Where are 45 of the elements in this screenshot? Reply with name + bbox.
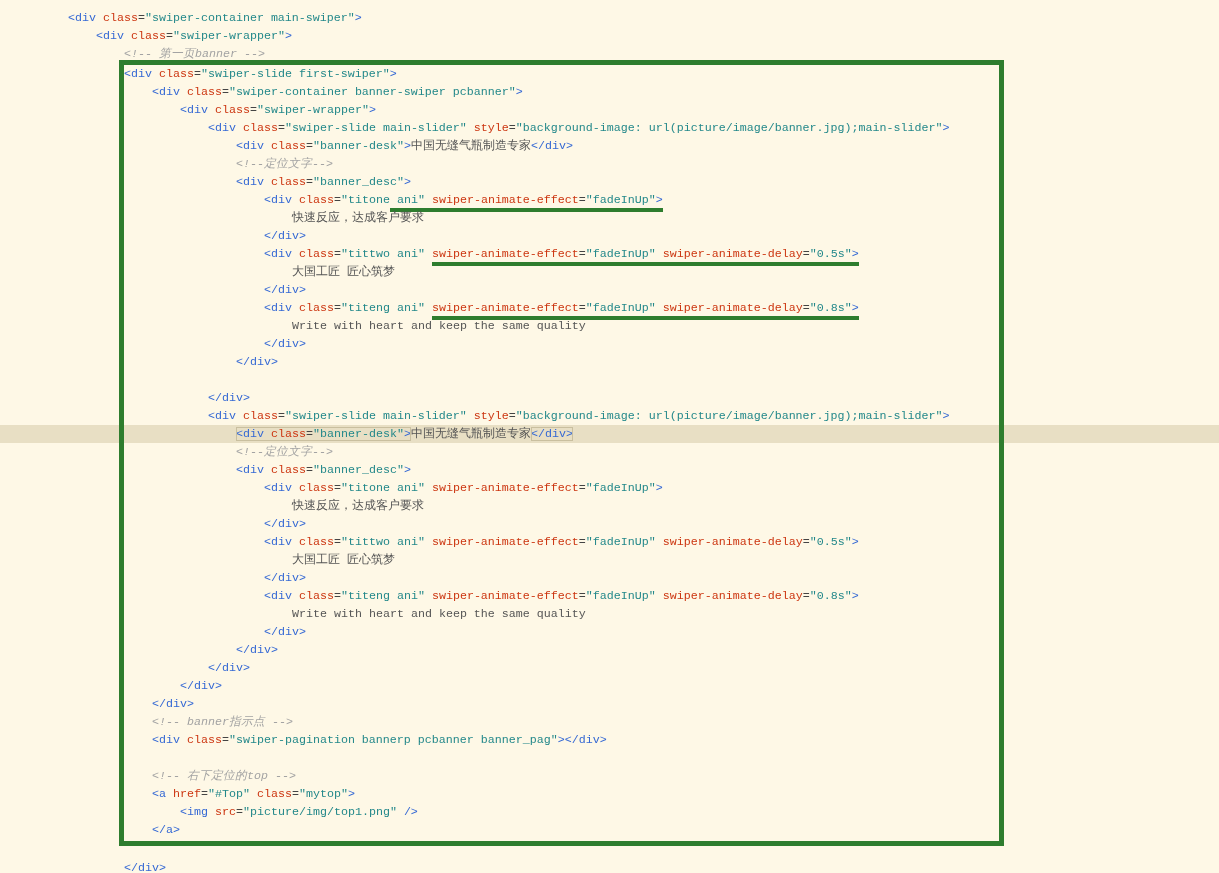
code-comment: <!-- banner指示点 -->: [152, 714, 293, 731]
code-line: <div class="swiper-container main-swiper">: [68, 10, 362, 27]
code-line: Write with heart and keep the same quality: [292, 318, 586, 335]
code-line: <div class="swiper-slide main-slider" style="background-image: url(picture/image/banner.jpg);main-slider">: [208, 120, 950, 137]
code-line: </div>: [208, 660, 250, 677]
code-line: </div>: [180, 678, 222, 695]
code-comment: <!--定位文字-->: [236, 156, 333, 173]
code-comment: <!-- 右下定位的top -->: [152, 768, 296, 785]
code-comment: <!--定位文字-->: [236, 444, 333, 461]
code-line: </a>: [152, 822, 180, 839]
code-line: <div class="swiper-wrapper">: [180, 102, 376, 119]
code-line: <div class="tittwo ani" swiper-animate-effect="fadeInUp" swiper-animate-delay="0.5s">: [264, 534, 859, 551]
code-line: </div>: [236, 354, 278, 371]
code-line: <div class="banner_desc">: [236, 174, 411, 191]
code-line: <div class="titeng ani" swiper-animate-effect="fadeInUp" swiper-animate-delay="0.8s">: [264, 299, 859, 317]
code-line: <div class="titone ani" swiper-animate-effect="fadeInUp">: [264, 191, 663, 209]
code-line: <img src="picture/img/top1.png" />: [180, 804, 418, 821]
code-line: </div>: [236, 642, 278, 659]
code-line: <div class="swiper-container banner-swiper pcbanner">: [152, 84, 523, 101]
code-line: </div>: [264, 624, 306, 641]
code-line: <div class="swiper-wrapper">: [96, 28, 292, 45]
code-line: <div class="swiper-pagination bannerp pcbanner banner_pag"></div>: [152, 732, 607, 749]
code-line: </div>: [264, 336, 306, 353]
code-comment: <!-- 第一页banner -->: [124, 46, 265, 63]
code-line: Write with heart and keep the same quality: [292, 606, 586, 623]
code-line: 大国工匠 匠心筑梦: [292, 264, 395, 281]
code-line: </div>: [152, 696, 194, 713]
code-line: <div class="banner-desk">中国无缝气瓶制造专家</div>: [236, 138, 573, 155]
code-line: 快速反应，达成客户要求: [292, 498, 424, 515]
code-line: 大国工匠 匠心筑梦: [292, 552, 395, 569]
code-line: </div>: [124, 860, 166, 873]
code-line: <div class="banner_desc">: [236, 462, 411, 479]
code-line: </div>: [264, 516, 306, 533]
code-line: </div>: [264, 228, 306, 245]
code-line: <div class="swiper-slide main-slider" style="background-image: url(picture/image/banner.jpg);main-slider">: [208, 408, 950, 425]
code-line: <div class="titone ani" swiper-animate-effect="fadeInUp">: [264, 480, 663, 497]
code-line: <div class="banner-desk">中国无缝气瓶制造专家</div>: [236, 426, 573, 443]
code-line: <div class="swiper-slide first-swiper">: [124, 66, 397, 83]
code-line: </div>: [264, 570, 306, 587]
code-line: <a href="#Top" class="mytop">: [152, 786, 355, 803]
code-line: 快速反应，达成客户要求: [292, 210, 424, 227]
code-line: <div class="titeng ani" swiper-animate-effect="fadeInUp" swiper-animate-delay="0.8s">: [264, 588, 859, 605]
code-line: </div>: [264, 282, 306, 299]
code-line: </div>: [208, 390, 250, 407]
code-line: <div class="tittwo ani" swiper-animate-effect="fadeInUp" swiper-animate-delay="0.5s">: [264, 245, 859, 263]
